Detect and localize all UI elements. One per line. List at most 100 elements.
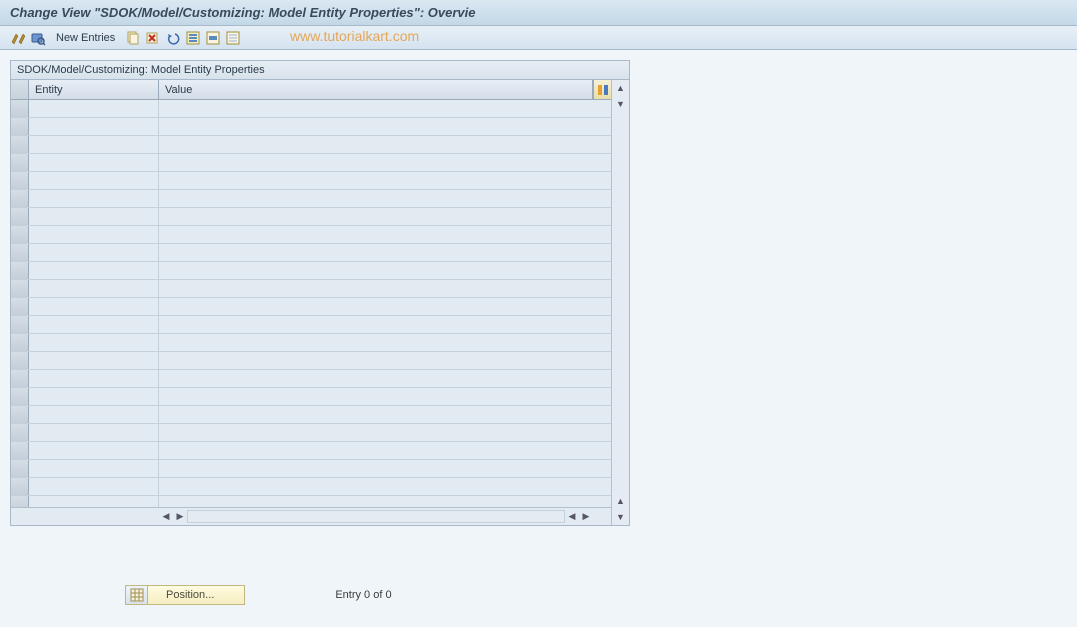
cell-entity[interactable]: [29, 370, 159, 387]
scroll-down2-icon[interactable]: ▼: [613, 509, 629, 525]
cell-entity[interactable]: [29, 298, 159, 315]
cell-entity[interactable]: [29, 406, 159, 423]
row-selector[interactable]: [11, 370, 29, 387]
row-selector[interactable]: [11, 352, 29, 369]
row-selector[interactable]: [11, 154, 29, 171]
cell-value[interactable]: [159, 154, 611, 171]
scroll-last-icon[interactable]: ▶: [579, 508, 593, 525]
row-selector[interactable]: [11, 442, 29, 459]
configure-columns-icon[interactable]: [593, 80, 611, 99]
cell-entity[interactable]: [29, 226, 159, 243]
detail-icon[interactable]: [30, 30, 46, 46]
scroll-first-icon[interactable]: ◀: [159, 508, 173, 525]
cell-value[interactable]: [159, 442, 611, 459]
row-selector[interactable]: [11, 280, 29, 297]
cell-value[interactable]: [159, 208, 611, 225]
cell-entity[interactable]: [29, 460, 159, 477]
row-selector[interactable]: [11, 100, 29, 117]
column-header-value[interactable]: Value: [159, 80, 593, 99]
row-selector-header[interactable]: [11, 80, 29, 99]
cell-entity[interactable]: [29, 334, 159, 351]
cell-entity[interactable]: [29, 388, 159, 405]
scroll-down-icon[interactable]: ▼: [613, 96, 629, 112]
cell-entity[interactable]: [29, 244, 159, 261]
delete-icon[interactable]: [145, 30, 161, 46]
cell-value[interactable]: [159, 262, 611, 279]
scroll-up2-icon[interactable]: ▲: [613, 493, 629, 509]
cell-value[interactable]: [159, 496, 611, 507]
cell-entity[interactable]: [29, 262, 159, 279]
cell-entity[interactable]: [29, 172, 159, 189]
row-selector[interactable]: [11, 316, 29, 333]
cell-entity[interactable]: [29, 424, 159, 441]
cell-entity[interactable]: [29, 136, 159, 153]
cell-entity[interactable]: [29, 478, 159, 495]
row-selector[interactable]: [11, 406, 29, 423]
cell-entity[interactable]: [29, 118, 159, 135]
row-selector[interactable]: [11, 244, 29, 261]
cell-entity[interactable]: [29, 154, 159, 171]
table-row: [11, 136, 611, 154]
cell-entity[interactable]: [29, 100, 159, 117]
toggle-display-change-icon[interactable]: [10, 30, 26, 46]
row-selector[interactable]: [11, 496, 29, 507]
cell-value[interactable]: [159, 172, 611, 189]
cell-value[interactable]: [159, 370, 611, 387]
column-header-entity[interactable]: Entity: [29, 80, 159, 99]
row-selector[interactable]: [11, 118, 29, 135]
cell-entity[interactable]: [29, 280, 159, 297]
row-selector[interactable]: [11, 172, 29, 189]
cell-value[interactable]: [159, 352, 611, 369]
row-selector[interactable]: [11, 460, 29, 477]
row-selector[interactable]: [11, 424, 29, 441]
scroll-up-icon[interactable]: ▲: [613, 80, 629, 96]
cell-value[interactable]: [159, 118, 611, 135]
cell-entity[interactable]: [29, 208, 159, 225]
row-selector[interactable]: [11, 262, 29, 279]
row-selector[interactable]: [11, 190, 29, 207]
table-row: [11, 208, 611, 226]
scroll-right-icon[interactable]: ◀: [565, 508, 579, 525]
table-row: [11, 100, 611, 118]
cell-entity[interactable]: [29, 190, 159, 207]
cell-value[interactable]: [159, 316, 611, 333]
cell-entity[interactable]: [29, 352, 159, 369]
cell-value[interactable]: [159, 226, 611, 243]
undo-icon[interactable]: [165, 30, 181, 46]
row-selector[interactable]: [11, 388, 29, 405]
cell-value[interactable]: [159, 424, 611, 441]
select-all-icon[interactable]: [185, 30, 201, 46]
row-selector[interactable]: [11, 478, 29, 495]
cell-entity[interactable]: [29, 316, 159, 333]
row-selector[interactable]: [11, 226, 29, 243]
cell-value[interactable]: [159, 388, 611, 405]
deselect-all-icon[interactable]: [225, 30, 241, 46]
row-selector[interactable]: [11, 298, 29, 315]
entry-status-text: Entry 0 of 0: [335, 589, 391, 601]
cell-value[interactable]: [159, 406, 611, 423]
cell-value[interactable]: [159, 298, 611, 315]
hscroll-track[interactable]: [187, 510, 565, 523]
cell-entity[interactable]: [29, 496, 159, 507]
copy-icon[interactable]: [125, 30, 141, 46]
position-button[interactable]: Position...: [125, 585, 245, 605]
cell-value[interactable]: [159, 280, 611, 297]
cell-value[interactable]: [159, 136, 611, 153]
cell-entity[interactable]: [29, 442, 159, 459]
content-area: SDOK/Model/Customizing: Model Entity Pro…: [0, 50, 1077, 627]
row-selector[interactable]: [11, 334, 29, 351]
table-row: [11, 226, 611, 244]
cell-value[interactable]: [159, 460, 611, 477]
cell-value[interactable]: [159, 334, 611, 351]
cell-value[interactable]: [159, 478, 611, 495]
select-block-icon[interactable]: [205, 30, 221, 46]
new-entries-button[interactable]: New Entries: [50, 32, 121, 44]
cell-value[interactable]: [159, 190, 611, 207]
row-selector[interactable]: [11, 136, 29, 153]
scroll-left-icon[interactable]: ▶: [173, 508, 187, 525]
cell-value[interactable]: [159, 100, 611, 117]
table-row: [11, 460, 611, 478]
row-selector[interactable]: [11, 208, 29, 225]
cell-value[interactable]: [159, 244, 611, 261]
table-wrapper: Entity Value ◀ ▶ ◀ ▶ ▲: [11, 80, 629, 525]
